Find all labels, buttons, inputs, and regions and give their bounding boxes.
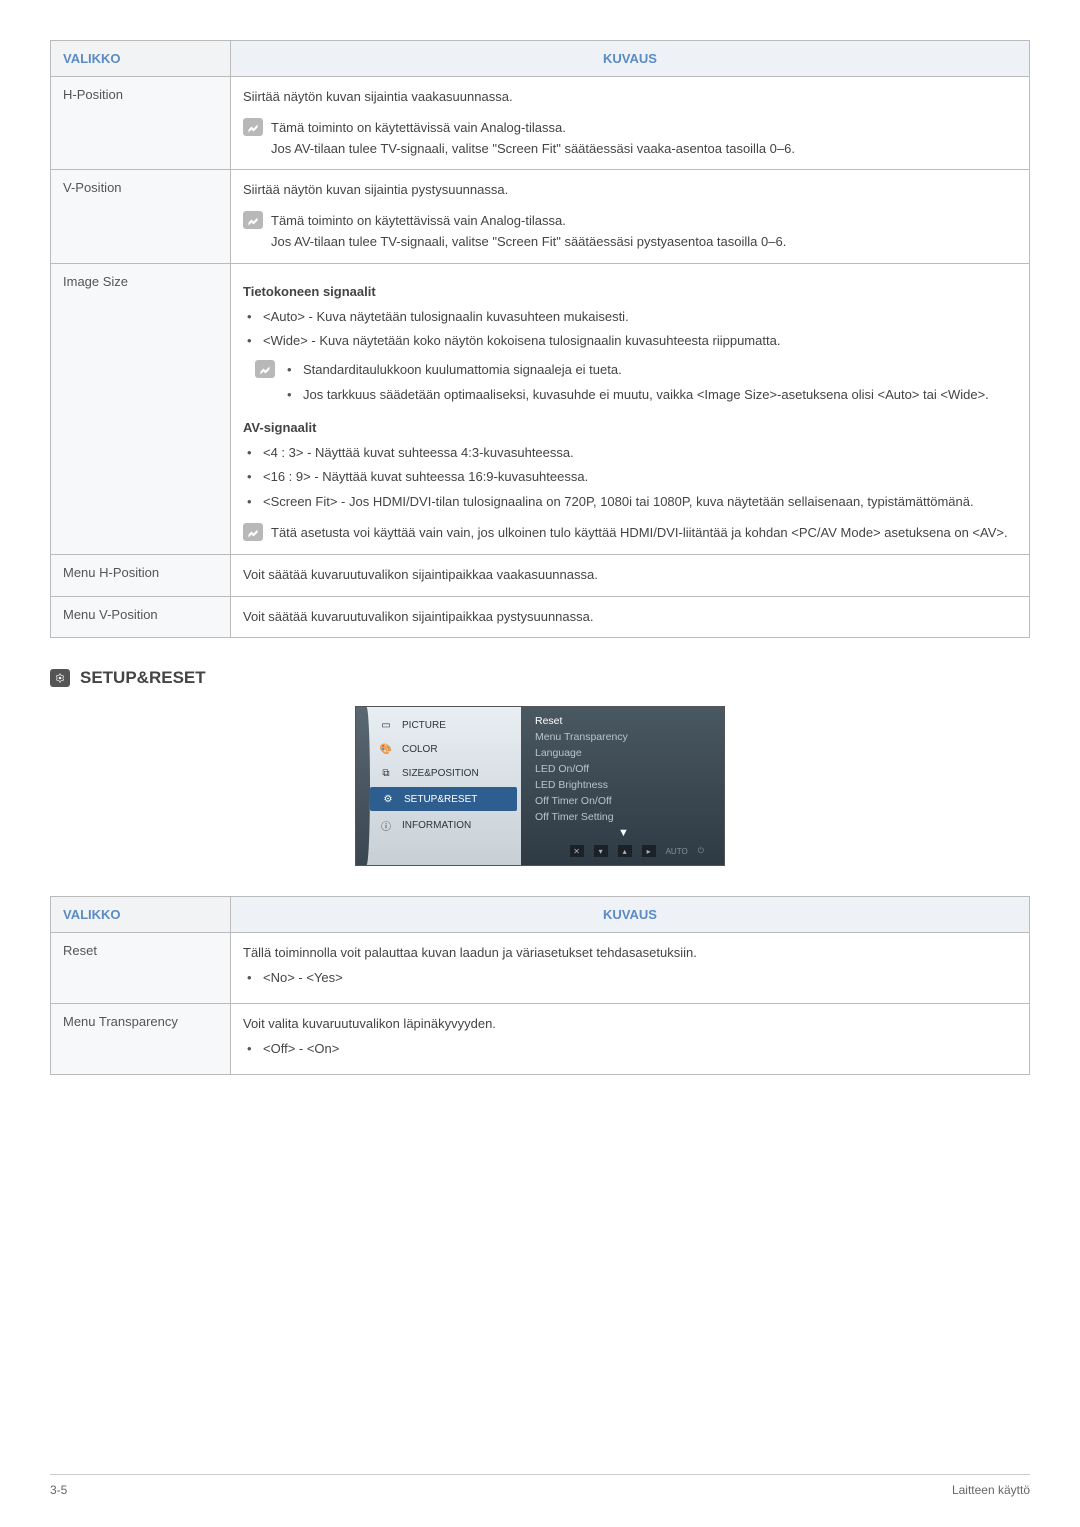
note-icon xyxy=(243,118,263,136)
osd-tab-label: SETUP&RESET xyxy=(404,794,477,805)
note-icon xyxy=(243,523,263,541)
down-icon: ▾ xyxy=(594,845,608,857)
desc-text: Siirtää näytön kuvan sijaintia pystysuun… xyxy=(243,180,1017,201)
page-footer: 3-5 Laitteen käyttö xyxy=(50,1474,1030,1497)
menu-desc: Voit säätää kuvaruutuvalikon sijaintipai… xyxy=(231,596,1030,638)
list-item: <Wide> - Kuva näytetään koko näytön koko… xyxy=(247,331,1017,352)
list-item: <Screen Fit> - Jos HDMI/DVI-tilan tulosi… xyxy=(247,492,1017,513)
menu-label: Reset xyxy=(51,933,231,1004)
sub-heading: AV-signaalit xyxy=(243,418,1017,439)
osd-tab-label: INFORMATION xyxy=(402,820,471,831)
menu-label: Menu V-Position xyxy=(51,596,231,638)
list-item: <Off> - <On> xyxy=(247,1039,1017,1060)
list-item: <16 : 9> - Näyttää kuvat suhteessa 16:9-… xyxy=(247,467,1017,488)
osd-option: Off Timer Setting xyxy=(535,811,712,823)
info-icon: ⓘ xyxy=(378,818,394,832)
col-header-menu: VALIKKO xyxy=(51,897,231,933)
menu-desc: Siirtää näytön kuvan sijaintia vaakasuun… xyxy=(231,77,1030,170)
note-line: Tämä toiminto on käytettävissä vain Anal… xyxy=(271,211,1017,232)
close-icon: ✕ xyxy=(570,845,584,857)
osd-option: Off Timer On/Off xyxy=(535,795,712,807)
table-row: Reset Tällä toiminnolla voit palauttaa k… xyxy=(51,933,1030,1004)
osd-tab-information: ⓘ INFORMATION xyxy=(356,813,521,837)
osd-tab-size-position: ⧉ SIZE&POSITION xyxy=(356,761,521,785)
desc-text: Tällä toiminnolla voit palauttaa kuvan l… xyxy=(243,943,1017,964)
list-item: Standarditaulukkoon kuulumattomia signaa… xyxy=(287,360,989,381)
menu-label: H-Position xyxy=(51,77,231,170)
col-header-desc: KUVAUS xyxy=(231,897,1030,933)
osd-option: LED Brightness xyxy=(535,779,712,791)
table-row: Image Size Tietokoneen signaalit <Auto> … xyxy=(51,263,1030,554)
auto-label: AUTO xyxy=(666,845,688,857)
list-item: <Auto> - Kuva näytetään tulosignaalin ku… xyxy=(247,307,1017,328)
desc-text: Siirtää näytön kuvan sijaintia vaakasuun… xyxy=(243,87,1017,108)
note-icon xyxy=(243,211,263,229)
gear-icon xyxy=(50,669,70,687)
menu-desc: Voit valita kuvaruutuvalikon läpinäkyvyy… xyxy=(231,1003,1030,1074)
note-block: Standarditaulukkoon kuulumattomia signaa… xyxy=(255,360,1017,410)
page-number: 3-5 xyxy=(50,1483,67,1497)
desc-text: Voit valita kuvaruutuvalikon läpinäkyvyy… xyxy=(243,1014,1017,1035)
chevron-down-icon: ▼ xyxy=(535,827,712,839)
osd-tab-color: 🎨 COLOR xyxy=(356,737,521,761)
menu-label: Menu H-Position xyxy=(51,554,231,596)
table-row: V-Position Siirtää näytön kuvan sijainti… xyxy=(51,170,1030,263)
table-row: Menu Transparency Voit valita kuvaruutuv… xyxy=(51,1003,1030,1074)
menu-desc: Siirtää näytön kuvan sijaintia pystysuun… xyxy=(231,170,1030,263)
note-block: Tätä asetusta voi käyttää vain vain, jos… xyxy=(243,523,1017,544)
list-item: <No> - <Yes> xyxy=(247,968,1017,989)
table-row: H-Position Siirtää näytön kuvan sijainti… xyxy=(51,77,1030,170)
section-title: SETUP&RESET xyxy=(80,668,206,688)
table-row: Menu H-Position Voit säätää kuvaruutuval… xyxy=(51,554,1030,596)
list-item: Jos tarkkuus säädetään optimaaliseksi, k… xyxy=(287,385,989,406)
enter-icon: ▸ xyxy=(642,845,656,857)
sub-heading: Tietokoneen signaalit xyxy=(243,282,1017,303)
osd-tab-label: PICTURE xyxy=(402,720,446,731)
note-line: Jos AV-tilaan tulee TV-signaali, valitse… xyxy=(271,232,1017,253)
osd-tab-setup-reset: ⚙ SETUP&RESET xyxy=(370,787,517,811)
size-icon: ⧉ xyxy=(378,766,394,780)
col-header-menu: VALIKKO xyxy=(51,41,231,77)
osd-option: Menu Transparency xyxy=(535,731,712,743)
osd-tab-label: COLOR xyxy=(402,744,438,755)
menu-label: Image Size xyxy=(51,263,231,554)
note-line: Tätä asetusta voi käyttää vain vain, jos… xyxy=(271,523,1017,544)
palette-icon: 🎨 xyxy=(378,742,394,756)
picture-icon: ▭ xyxy=(378,718,394,732)
menu-desc: Voit säätää kuvaruutuvalikon sijaintipai… xyxy=(231,554,1030,596)
menu-label: Menu Transparency xyxy=(51,1003,231,1074)
menu-table-2: VALIKKO KUVAUS Reset Tällä toiminnolla v… xyxy=(50,896,1030,1074)
note-line: Jos AV-tilaan tulee TV-signaali, valitse… xyxy=(271,139,1017,160)
list-item: <4 : 3> - Näyttää kuvat suhteessa 4:3-ku… xyxy=(247,443,1017,464)
section-header: SETUP&RESET xyxy=(50,668,1030,688)
up-icon: ▴ xyxy=(618,845,632,857)
menu-desc: Tällä toiminnolla voit palauttaa kuvan l… xyxy=(231,933,1030,1004)
menu-label: V-Position xyxy=(51,170,231,263)
note-block: Tämä toiminto on käytettävissä vain Anal… xyxy=(243,211,1017,253)
osd-screenshot: ▭ PICTURE 🎨 COLOR ⧉ SIZE&POSITION ⚙ SETU… xyxy=(50,706,1030,866)
note-line: Tämä toiminto on käytettävissä vain Anal… xyxy=(271,118,1017,139)
menu-desc: Tietokoneen signaalit <Auto> - Kuva näyt… xyxy=(231,263,1030,554)
gear-icon: ⚙ xyxy=(380,792,396,806)
osd-option: LED On/Off xyxy=(535,763,712,775)
osd-option: Language xyxy=(535,747,712,759)
osd-tab-label: SIZE&POSITION xyxy=(402,768,479,779)
osd-tab-picture: ▭ PICTURE xyxy=(356,713,521,737)
footer-title: Laitteen käyttö xyxy=(952,1483,1030,1497)
menu-table-1: VALIKKO KUVAUS H-Position Siirtää näytön… xyxy=(50,40,1030,638)
note-block: Tämä toiminto on käytettävissä vain Anal… xyxy=(243,118,1017,160)
col-header-desc: KUVAUS xyxy=(231,41,1030,77)
power-icon: ⏻ xyxy=(698,845,704,857)
osd-option: Reset xyxy=(535,715,712,727)
table-row: Menu V-Position Voit säätää kuvaruutuval… xyxy=(51,596,1030,638)
note-icon xyxy=(255,360,275,378)
